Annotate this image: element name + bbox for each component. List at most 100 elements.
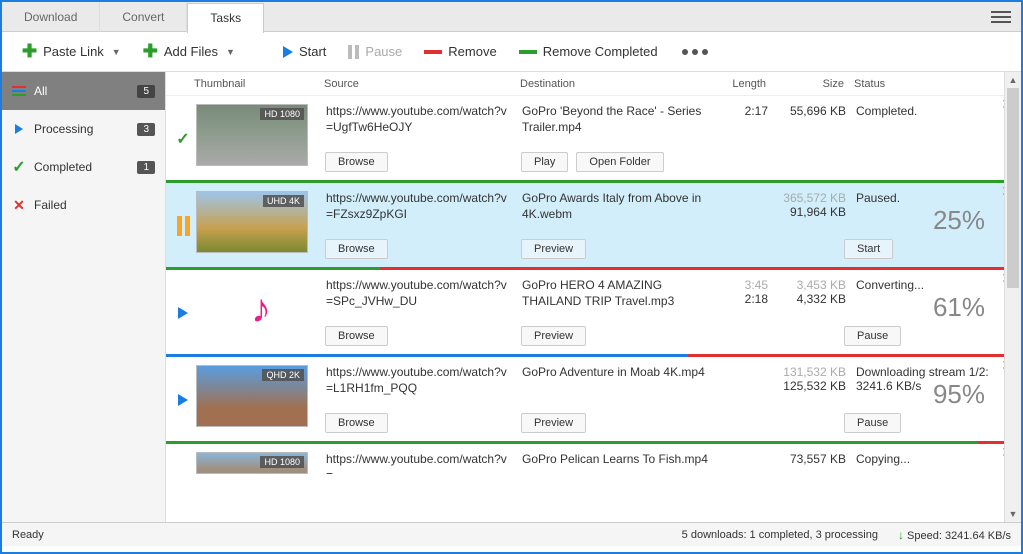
- music-icon: ♪: [196, 278, 326, 340]
- check-icon: ✓: [12, 160, 26, 174]
- dropdown-icon[interactable]: ▼: [226, 47, 235, 57]
- start-button[interactable]: Start: [844, 239, 893, 259]
- sidebar: All 5 Processing 3 ✓ Completed 1 ✕ Faile…: [2, 72, 166, 522]
- play-icon: [178, 307, 188, 319]
- size: 73,557 KB: [768, 452, 846, 468]
- sidebar-completed-count: 1: [137, 161, 155, 174]
- play-icon: [283, 46, 293, 58]
- size: 365,572 KB91,964 KB: [768, 191, 846, 261]
- browse-button[interactable]: Browse: [325, 413, 388, 433]
- resolution-badge: QHD 2K: [262, 369, 304, 381]
- sidebar-item-failed[interactable]: ✕ Failed: [2, 186, 165, 224]
- length: 2:17: [718, 104, 768, 174]
- header-thumbnail[interactable]: Thumbnail: [194, 78, 324, 90]
- progress-percent: 25%: [933, 205, 985, 236]
- thumbnail[interactable]: UHD 4K: [196, 191, 308, 253]
- source-url: https://www.youtube.com/watch?v=: [326, 452, 512, 474]
- destination-file: GoPro HERO 4 AMAZING THAILAND TRIP Trave…: [522, 278, 708, 309]
- header-size[interactable]: Size: [766, 78, 844, 90]
- browse-button[interactable]: Browse: [325, 152, 388, 172]
- pause-button[interactable]: Pause: [340, 40, 410, 63]
- progress-percent: 95%: [933, 379, 985, 410]
- tab-download[interactable]: Download: [2, 2, 100, 32]
- destination-file: GoPro 'Beyond the Race' - Series Trailer…: [522, 104, 708, 135]
- preview-button[interactable]: Preview: [521, 413, 586, 433]
- resolution-badge: HD 1080: [260, 108, 304, 120]
- status-bar: Ready 5 downloads: 1 completed, 3 proces…: [2, 522, 1021, 546]
- open-folder-button[interactable]: Open Folder: [576, 152, 663, 172]
- remove-completed-icon: [519, 50, 537, 54]
- header-source[interactable]: Source: [324, 78, 520, 90]
- plus-icon: ✚: [143, 41, 158, 62]
- destination-file: GoPro Awards Italy from Above in 4K.webm: [522, 191, 708, 222]
- scroll-down-icon[interactable]: ▼: [1005, 506, 1021, 522]
- pause-button[interactable]: Pause: [844, 413, 901, 433]
- status-text: Converting...: [856, 278, 924, 292]
- start-button[interactable]: Start: [275, 40, 334, 63]
- thumbnail[interactable]: QHD 2K: [196, 365, 308, 427]
- resolution-badge: HD 1080: [260, 456, 304, 468]
- task-row[interactable]: HD 1080 https://www.youtube.com/watch?v=…: [166, 444, 1021, 474]
- status-ready: Ready: [12, 529, 44, 541]
- size: 3,453 KB4,332 KB: [768, 278, 846, 348]
- download-arrow-icon: ↓: [898, 528, 904, 542]
- source-url: https://www.youtube.com/watch?v=SPc_JVHw…: [326, 278, 512, 309]
- x-icon: ✕: [12, 198, 26, 212]
- scrollbar[interactable]: ▲ ▼: [1004, 72, 1021, 522]
- length: 3:452:18: [718, 278, 768, 348]
- scroll-thumb[interactable]: [1007, 88, 1019, 288]
- preview-button[interactable]: Preview: [521, 239, 586, 259]
- remove-icon: [424, 50, 442, 54]
- pause-label: Pause: [365, 44, 402, 59]
- task-row[interactable]: UHD 4K https://www.youtube.com/watch?v=F…: [166, 183, 1021, 267]
- header-length[interactable]: Length: [716, 78, 766, 90]
- thumbnail[interactable]: HD 1080: [196, 104, 308, 166]
- table-header: Thumbnail Source Destination Length Size…: [166, 72, 1021, 96]
- status-speed: ↓ Speed: 3241.64 KB/s: [898, 528, 1011, 542]
- tab-tasks[interactable]: Tasks: [187, 3, 264, 33]
- scroll-up-icon[interactable]: ▲: [1005, 72, 1021, 88]
- more-button[interactable]: [682, 49, 708, 55]
- all-icon: [12, 84, 26, 98]
- length: [718, 452, 768, 468]
- task-row[interactable]: ♪ https://www.youtube.com/watch?v=SPc_JV…: [166, 270, 1021, 354]
- sidebar-item-completed[interactable]: ✓ Completed 1: [2, 148, 165, 186]
- dropdown-icon[interactable]: ▼: [112, 47, 121, 57]
- menu-icon[interactable]: [991, 11, 1011, 23]
- header-destination[interactable]: Destination: [520, 78, 716, 90]
- sidebar-completed-label: Completed: [34, 160, 92, 174]
- sidebar-item-processing[interactable]: Processing 3: [2, 110, 165, 148]
- length: [718, 191, 768, 261]
- play-icon: [178, 394, 188, 406]
- sidebar-item-all[interactable]: All 5: [2, 72, 165, 110]
- thumbnail[interactable]: HD 1080: [196, 452, 308, 474]
- browse-button[interactable]: Browse: [325, 326, 388, 346]
- tab-convert[interactable]: Convert: [100, 2, 187, 32]
- source-url: https://www.youtube.com/watch?v=L1RH1fm_…: [326, 365, 512, 396]
- check-icon: ✓: [176, 129, 189, 149]
- tabs-bar: Download Convert Tasks: [2, 2, 1021, 32]
- add-files-button[interactable]: ✚ Add Files ▼: [135, 37, 243, 66]
- preview-button[interactable]: Preview: [521, 326, 586, 346]
- pause-button[interactable]: Pause: [844, 326, 901, 346]
- task-row[interactable]: ✓ HD 1080 https://www.youtube.com/watch?…: [166, 96, 1021, 180]
- play-button[interactable]: Play: [521, 152, 568, 172]
- remove-completed-button[interactable]: Remove Completed: [511, 40, 666, 63]
- sidebar-failed-label: Failed: [34, 198, 67, 212]
- pause-icon: [177, 216, 190, 236]
- header-status[interactable]: Status: [844, 78, 1021, 90]
- status-summary: 5 downloads: 1 completed, 3 processing: [682, 529, 878, 541]
- status-text: Completed.: [856, 104, 917, 118]
- task-row[interactable]: QHD 2K https://www.youtube.com/watch?v=L…: [166, 357, 1021, 441]
- source-url: https://www.youtube.com/watch?v=FZsxz9Zp…: [326, 191, 512, 222]
- plus-icon: ✚: [22, 41, 37, 62]
- browse-button[interactable]: Browse: [325, 239, 388, 259]
- paste-link-button[interactable]: ✚ Paste Link ▼: [14, 37, 129, 66]
- task-list: Thumbnail Source Destination Length Size…: [166, 72, 1021, 522]
- sidebar-all-label: All: [34, 84, 47, 98]
- resolution-badge: UHD 4K: [263, 195, 304, 207]
- add-files-label: Add Files: [164, 44, 218, 59]
- remove-button[interactable]: Remove: [416, 40, 504, 63]
- sidebar-processing-label: Processing: [34, 122, 93, 136]
- paste-link-label: Paste Link: [43, 44, 104, 59]
